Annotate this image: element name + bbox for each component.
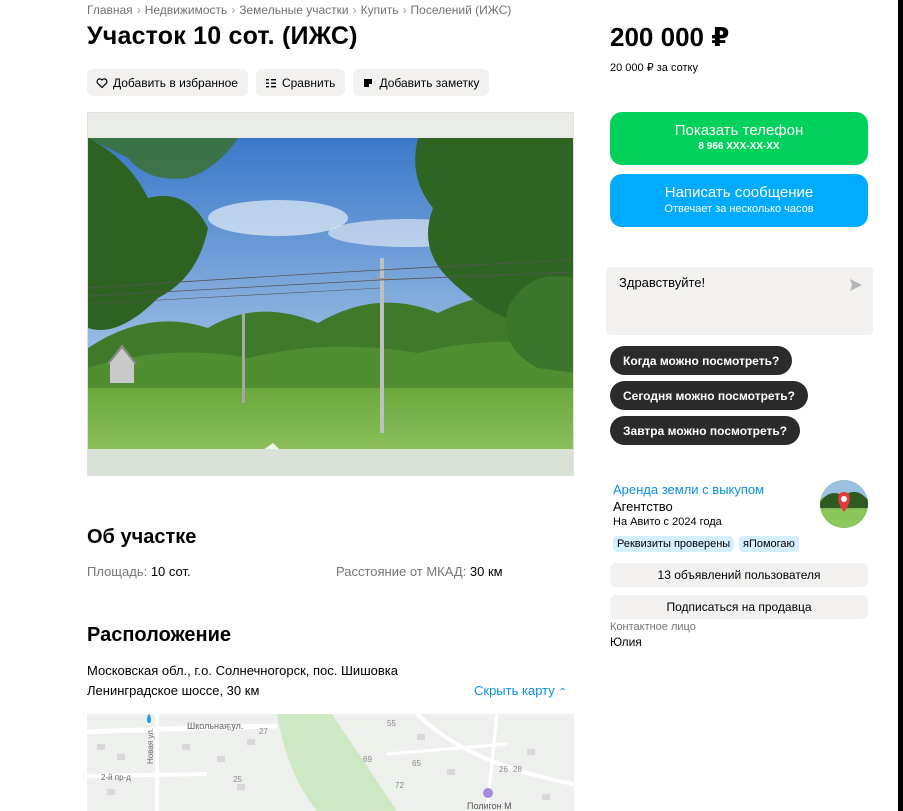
address-block: Московская обл., г.о. Солнечногорск, пос… xyxy=(87,661,398,701)
map-house-number: 57 xyxy=(227,723,236,732)
gallery-footer xyxy=(88,449,573,475)
breadcrumb-category[interactable]: Поселений (ИЖС) xyxy=(411,3,512,17)
mkad-property: Расстояние от МКАД: 30 км xyxy=(336,564,503,579)
location-map[interactable]: Школьная ул. Новая ул. 2-й пр-д 57 55 27… xyxy=(87,714,574,811)
map-house-number: 65 xyxy=(412,759,421,768)
listing-actions: Добавить в избранное Сравнить Добавить з… xyxy=(87,69,490,96)
response-time: Отвечает за несколько часов xyxy=(664,203,814,215)
add-favorite-button[interactable]: Добавить в избранное xyxy=(87,69,248,96)
mkad-label: Расстояние от МКАД: xyxy=(336,564,467,579)
add-note-label: Добавить заметку xyxy=(379,75,480,90)
helping-badge: яПомогаю xyxy=(739,536,799,552)
map-house-number: 69 xyxy=(363,755,372,764)
chevron-up-icon: ⌃ xyxy=(558,687,567,698)
about-section-title: Об участке xyxy=(87,526,197,548)
contact-person-name: Юлия xyxy=(610,635,642,649)
chat-box xyxy=(606,267,873,335)
write-message-button[interactable]: Написать сообщение Отвечает за несколько… xyxy=(610,174,868,227)
compare-button[interactable]: Сравнить xyxy=(255,69,346,96)
breadcrumb-buy[interactable]: Купить xyxy=(361,3,399,17)
breadcrumb-separator: › xyxy=(352,3,357,17)
breadcrumb-separator: › xyxy=(231,3,236,17)
show-phone-label: Показать телефон xyxy=(674,122,804,139)
seller-listings-label: 13 объявлений пользователя xyxy=(657,568,821,582)
quick-reply-button[interactable]: Завтра можно посмотреть? xyxy=(610,416,801,445)
map-house-number: 28 xyxy=(513,765,522,774)
chat-input[interactable] xyxy=(619,275,829,290)
seller-name-link[interactable]: Аренда земли с выкупом xyxy=(613,482,764,497)
area-property: Площадь: 10 сот. xyxy=(87,564,191,579)
send-icon[interactable] xyxy=(849,278,863,292)
breadcrumb-land[interactable]: Земельные участки xyxy=(239,3,348,17)
breadcrumb: Главная › Недвижимость › Земельные участки › К… xyxy=(87,3,511,17)
map-street-label: Новая ул. xyxy=(146,728,155,764)
verified-badge: Реквизиты проверены xyxy=(613,536,735,552)
map-house-number: 55 xyxy=(387,719,396,728)
compare-label: Сравнить xyxy=(281,75,336,90)
heart-icon xyxy=(96,77,108,88)
area-label: Площадь: xyxy=(87,564,148,579)
breadcrumb-home[interactable]: Главная xyxy=(87,3,133,17)
add-note-button[interactable]: Добавить заметку xyxy=(353,69,490,96)
phone-masked: 8 966 XXX-XX-XX xyxy=(698,141,780,152)
add-favorite-label: Добавить в избранное xyxy=(113,75,238,90)
hide-map-label: Скрыть карту xyxy=(474,683,555,698)
breadcrumb-real-estate[interactable]: Недвижимость xyxy=(145,3,228,17)
poi-marker-icon[interactable] xyxy=(483,788,493,798)
mkad-value: 30 км xyxy=(469,564,503,579)
show-phone-button[interactable]: Показать телефон 8 966 XXX-XX-XX xyxy=(610,112,868,165)
subscribe-seller-button[interactable]: Подписаться на продавца xyxy=(610,595,868,619)
scrollbar-edge xyxy=(898,0,903,811)
page-title: Участок 10 сот. (ИЖС) xyxy=(87,22,358,50)
listing-photo[interactable] xyxy=(88,138,573,450)
note-icon xyxy=(364,78,373,87)
map-street-label: 2-й пр-д xyxy=(101,773,131,782)
area-value: 10 сот. xyxy=(150,564,191,579)
highway-text: Ленинградское шоссе, 30 км xyxy=(87,683,260,698)
write-message-label: Написать сообщение xyxy=(664,184,814,201)
quick-reply-button[interactable]: Сегодня можно посмотреть? xyxy=(610,381,809,410)
quick-reply-label: Когда можно посмотреть? xyxy=(623,353,780,368)
hide-map-link[interactable]: Скрыть карту ⌃ xyxy=(474,683,567,698)
quick-reply-label: Завтра можно посмотреть? xyxy=(623,423,788,438)
breadcrumb-separator: › xyxy=(136,3,141,17)
seller-since: На Авито с 2024 года xyxy=(613,516,722,528)
map-house-number: 27 xyxy=(259,727,268,736)
contact-person-label: Контактное лицо xyxy=(610,621,696,633)
seller-type: Агентство xyxy=(613,499,673,514)
address-text: Московская обл., г.о. Солнечногорск, пос… xyxy=(87,663,398,678)
breadcrumb-separator: › xyxy=(402,3,407,17)
price-per-unit: 20 000 ₽ за сотку xyxy=(610,62,698,74)
map-house-number: 25 xyxy=(233,775,242,784)
seller-listings-button[interactable]: 13 объявлений пользователя xyxy=(610,563,868,587)
quick-reply-label: Сегодня можно посмотреть? xyxy=(623,388,796,403)
location-section-title: Расположение xyxy=(87,624,232,646)
map-poi-label: Полигон М xyxy=(467,801,512,811)
compare-icon xyxy=(265,78,276,87)
price: 200 000 ₽ xyxy=(610,22,730,52)
map-house-number: 72 xyxy=(395,781,404,790)
subscribe-seller-label: Подписаться на продавца xyxy=(666,600,812,614)
map-house-number: 26 xyxy=(499,765,508,774)
photo-gallery[interactable] xyxy=(87,112,574,476)
seller-avatar[interactable] xyxy=(820,480,868,528)
quick-reply-button[interactable]: Когда можно посмотреть? xyxy=(610,346,793,375)
